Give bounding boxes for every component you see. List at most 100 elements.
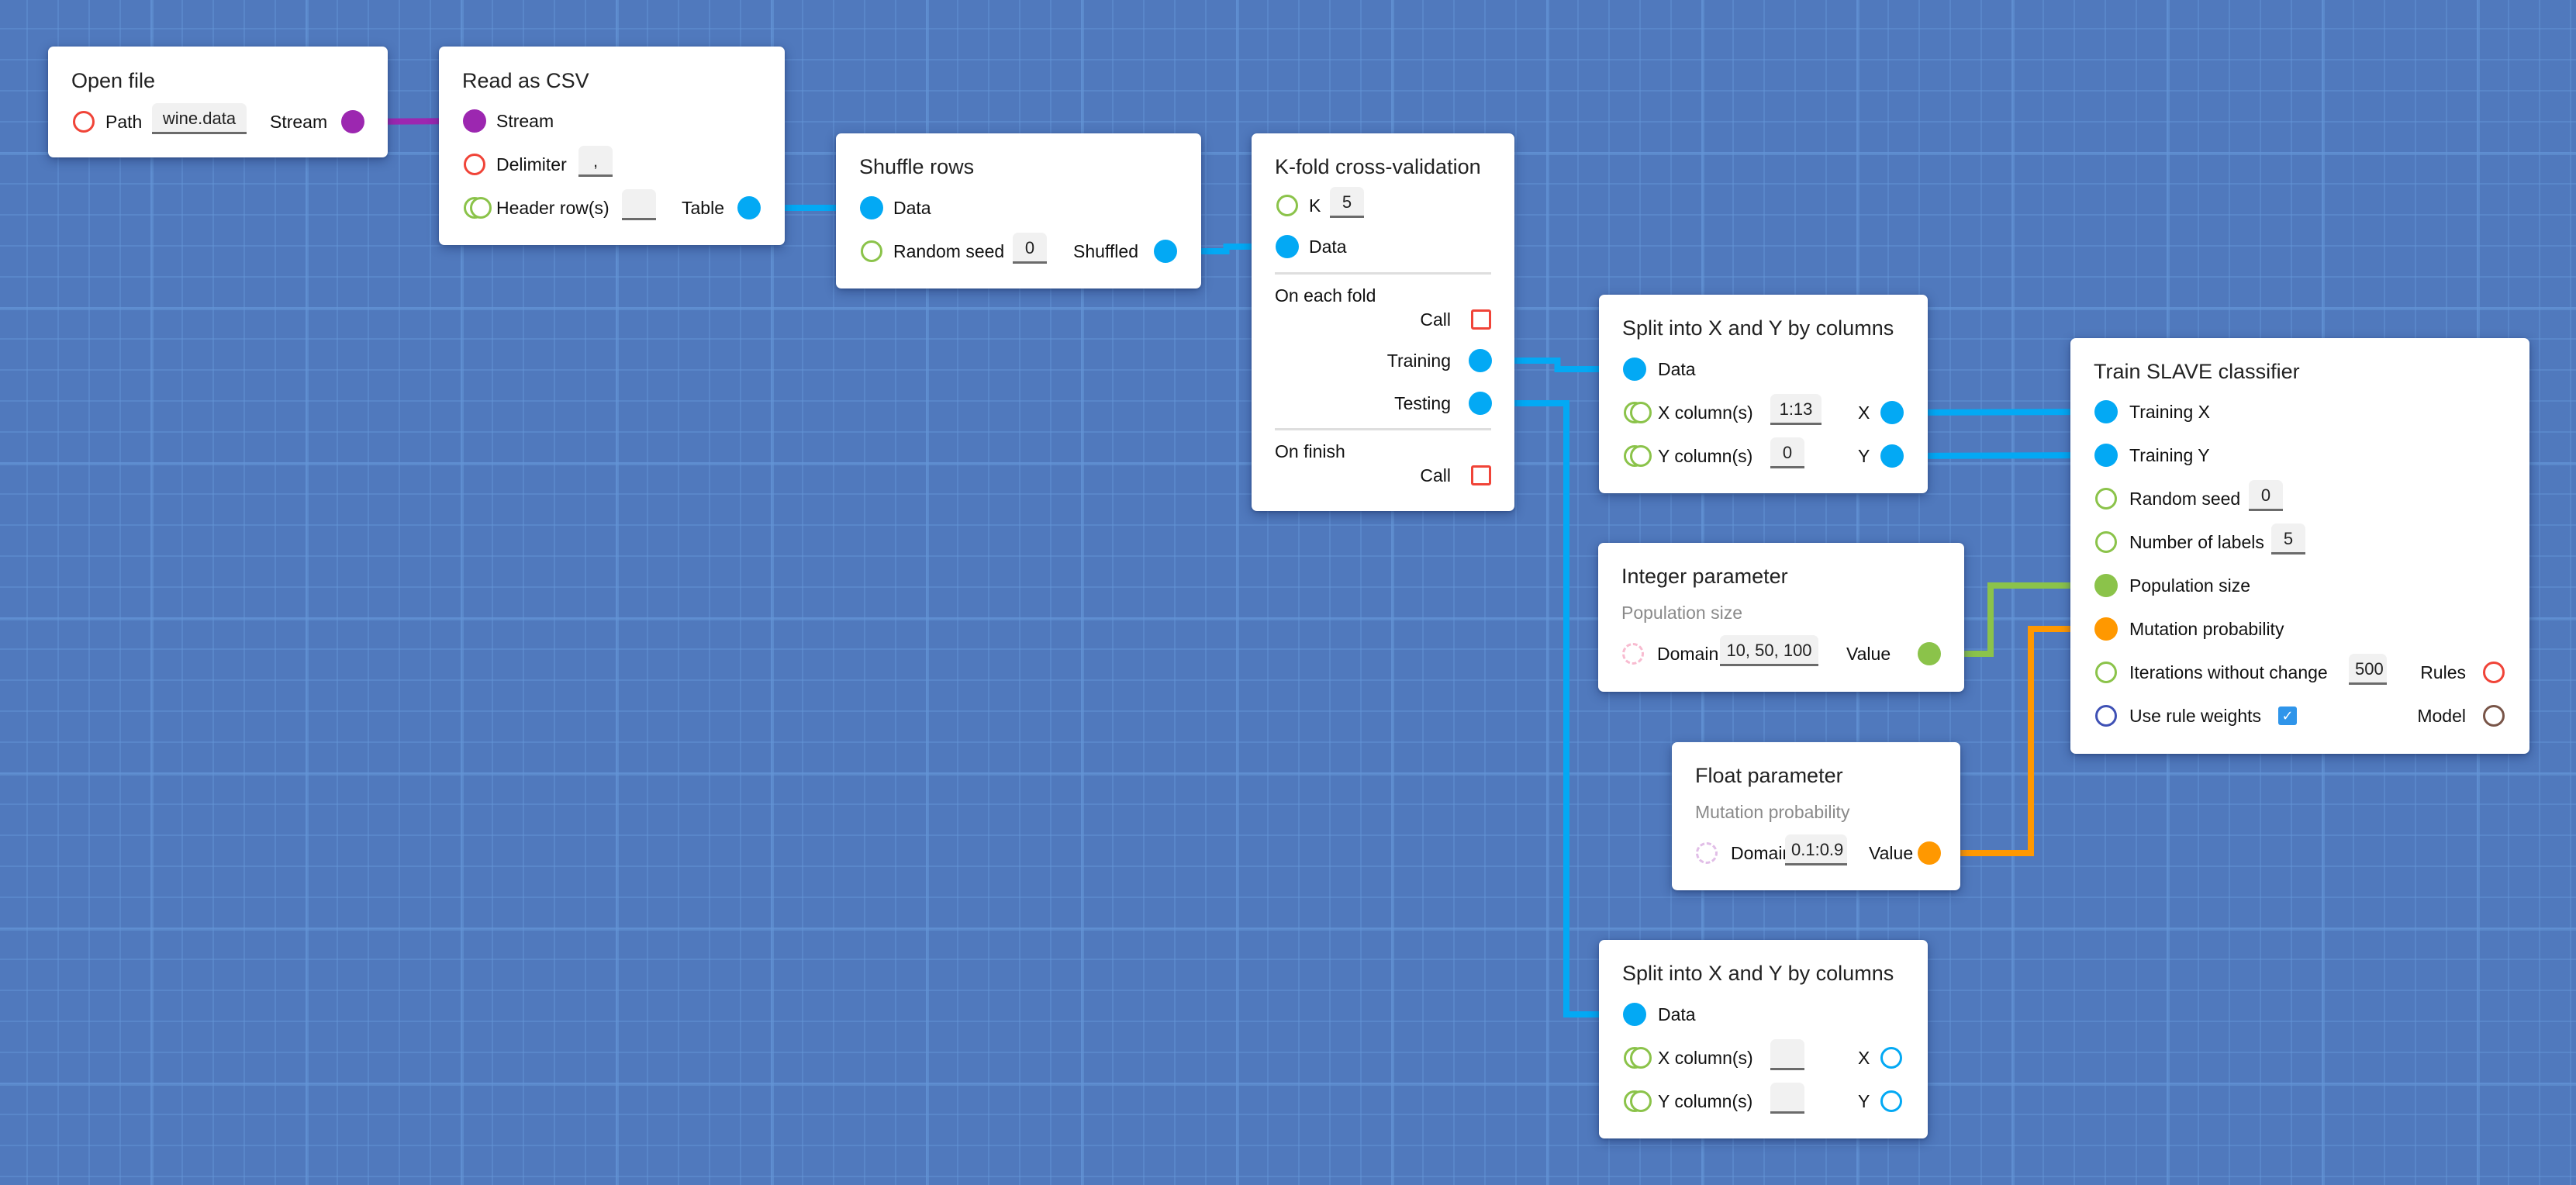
x-columns-label: X column(s) [1658,1048,1753,1068]
mutation-probability-input-port-icon[interactable] [2094,617,2118,641]
testing-output-label: Testing [1394,393,1451,413]
finish-call-label: Call [1420,465,1451,485]
data-input-port-icon[interactable] [1276,235,1299,258]
random-seed-label: Random seed [2129,489,2241,509]
x-columns-label: X column(s) [1658,402,1753,423]
random-seed-input[interactable]: 0 [1013,233,1047,264]
rules-output-port-icon[interactable] [2483,662,2505,683]
iterations-input[interactable]: 500 [2349,654,2387,685]
value-output-label: Value [1869,843,1914,863]
training-x-label: Training X [2129,402,2210,422]
node-open-file[interactable]: Open file Path wine.data Stream [48,47,388,157]
node-kfold-cross-validation[interactable]: K-fold cross-validation K 5 Data On each… [1252,133,1514,511]
node-title: K-fold cross-validation [1275,155,1481,178]
x-columns-port-icon[interactable] [1624,402,1652,423]
node-split-x-y-testing[interactable]: Split into X and Y by columns Data X col… [1599,940,1928,1138]
data-input-port-icon[interactable] [860,196,883,219]
testing-output-port-icon[interactable] [1469,392,1492,415]
random-seed-input[interactable]: 0 [2249,480,2283,511]
y-columns-label: Y column(s) [1658,446,1753,466]
delimiter-port-icon[interactable] [464,154,485,175]
value-output-port-icon[interactable] [1918,642,1941,665]
x-columns-input[interactable]: 1:13 [1770,394,1822,425]
on-finish-label: On finish [1275,441,1345,461]
domain-input[interactable]: 10, 50, 100 [1720,635,1818,666]
k-input[interactable]: 5 [1330,187,1364,218]
node-subtitle: Population size [1621,603,1742,623]
call-trigger-port-icon[interactable] [1471,309,1491,330]
finish-call-trigger-port-icon[interactable] [1471,465,1491,485]
data-input-label: Data [1658,1004,1696,1024]
y-columns-port-icon[interactable] [1624,445,1652,467]
number-of-labels-label: Number of labels [2129,532,2264,552]
table-output-port-icon[interactable] [737,196,761,219]
y-output-label: Y [1858,1091,1870,1111]
training-y-input-port-icon[interactable] [2094,444,2118,467]
x-output-port-icon[interactable] [1880,1047,1902,1069]
shuffled-output-port-icon[interactable] [1154,240,1177,263]
x-columns-port-icon[interactable] [1624,1047,1652,1069]
y-columns-input[interactable]: 0 [1770,437,1804,468]
on-each-fold-label: On each fold [1275,285,1376,306]
value-output-port-icon[interactable] [1918,841,1941,865]
data-input-label: Data [1309,237,1347,257]
node-float-parameter[interactable]: Float parameter Mutation probability Dom… [1672,742,1960,890]
number-of-labels-port-icon[interactable] [2095,531,2117,553]
domain-port-icon[interactable] [1622,643,1644,665]
delimiter-input[interactable]: , [578,146,613,177]
section-divider [1275,272,1491,275]
stream-input-label: Stream [496,111,554,131]
node-read-csv[interactable]: Read as CSV Stream Delimiter , Header ro… [439,47,785,245]
node-integer-parameter[interactable]: Integer parameter Population size Domain… [1598,543,1964,692]
value-output-label: Value [1846,644,1891,664]
header-rows-input[interactable] [622,189,656,220]
x-output-port-icon[interactable] [1880,401,1904,424]
k-port-icon[interactable] [1276,195,1298,216]
node-split-x-y-training[interactable]: Split into X and Y by columns Data X col… [1599,295,1928,493]
y-output-port-icon[interactable] [1880,1090,1902,1112]
domain-label: Domain [1731,843,1793,863]
delimiter-label: Delimiter [496,154,567,174]
population-size-label: Population size [2129,575,2250,596]
shuffled-output-label: Shuffled [1073,241,1138,261]
data-input-port-icon[interactable] [1623,358,1646,381]
y-output-port-icon[interactable] [1880,444,1904,468]
node-title: Float parameter [1695,764,1843,787]
iterations-port-icon[interactable] [2095,662,2117,683]
random-seed-label: Random seed [893,241,1005,261]
model-output-port-icon[interactable] [2483,705,2505,727]
rules-output-label: Rules [2420,662,2466,682]
x-output-label: X [1858,402,1870,423]
header-rows-port-icon[interactable] [464,197,492,219]
node-title: Train SLAVE classifier [2094,360,2300,383]
domain-input[interactable]: 0.1:0.9 [1785,834,1847,865]
y-columns-port-icon[interactable] [1624,1090,1652,1112]
node-title: Split into X and Y by columns [1622,962,1894,985]
number-of-labels-input[interactable]: 5 [2271,523,2305,554]
training-x-input-port-icon[interactable] [2094,400,2118,423]
data-input-port-icon[interactable] [1623,1003,1646,1026]
stream-input-port-icon[interactable] [463,109,486,133]
y-output-label: Y [1858,446,1870,466]
stream-output-port-icon[interactable] [341,110,364,133]
y-columns-input[interactable] [1770,1083,1804,1114]
domain-port-icon[interactable] [1696,842,1718,864]
use-rule-weights-port-icon[interactable] [2095,705,2117,727]
path-input[interactable]: wine.data [152,103,247,134]
training-y-label: Training Y [2129,445,2210,465]
population-size-input-port-icon[interactable] [2094,574,2118,597]
model-output-label: Model [2417,706,2466,726]
data-input-label: Data [1658,359,1696,379]
random-seed-port-icon[interactable] [2095,488,2117,510]
random-seed-port-icon[interactable] [861,240,882,262]
use-rule-weights-checkbox[interactable]: ✓ [2278,707,2297,725]
path-port-icon[interactable] [73,111,95,133]
call-label: Call [1420,309,1451,330]
table-output-label: Table [682,198,724,218]
node-train-slave-classifier[interactable]: Train SLAVE classifier Training X Traini… [2070,338,2529,754]
x-columns-input[interactable] [1770,1039,1804,1070]
node-shuffle-rows[interactable]: Shuffle rows Data Random seed 0 Shuffled [836,133,1201,288]
node-title: Split into X and Y by columns [1622,316,1894,340]
node-subtitle: Mutation probability [1695,802,1850,822]
training-output-port-icon[interactable] [1469,349,1492,372]
